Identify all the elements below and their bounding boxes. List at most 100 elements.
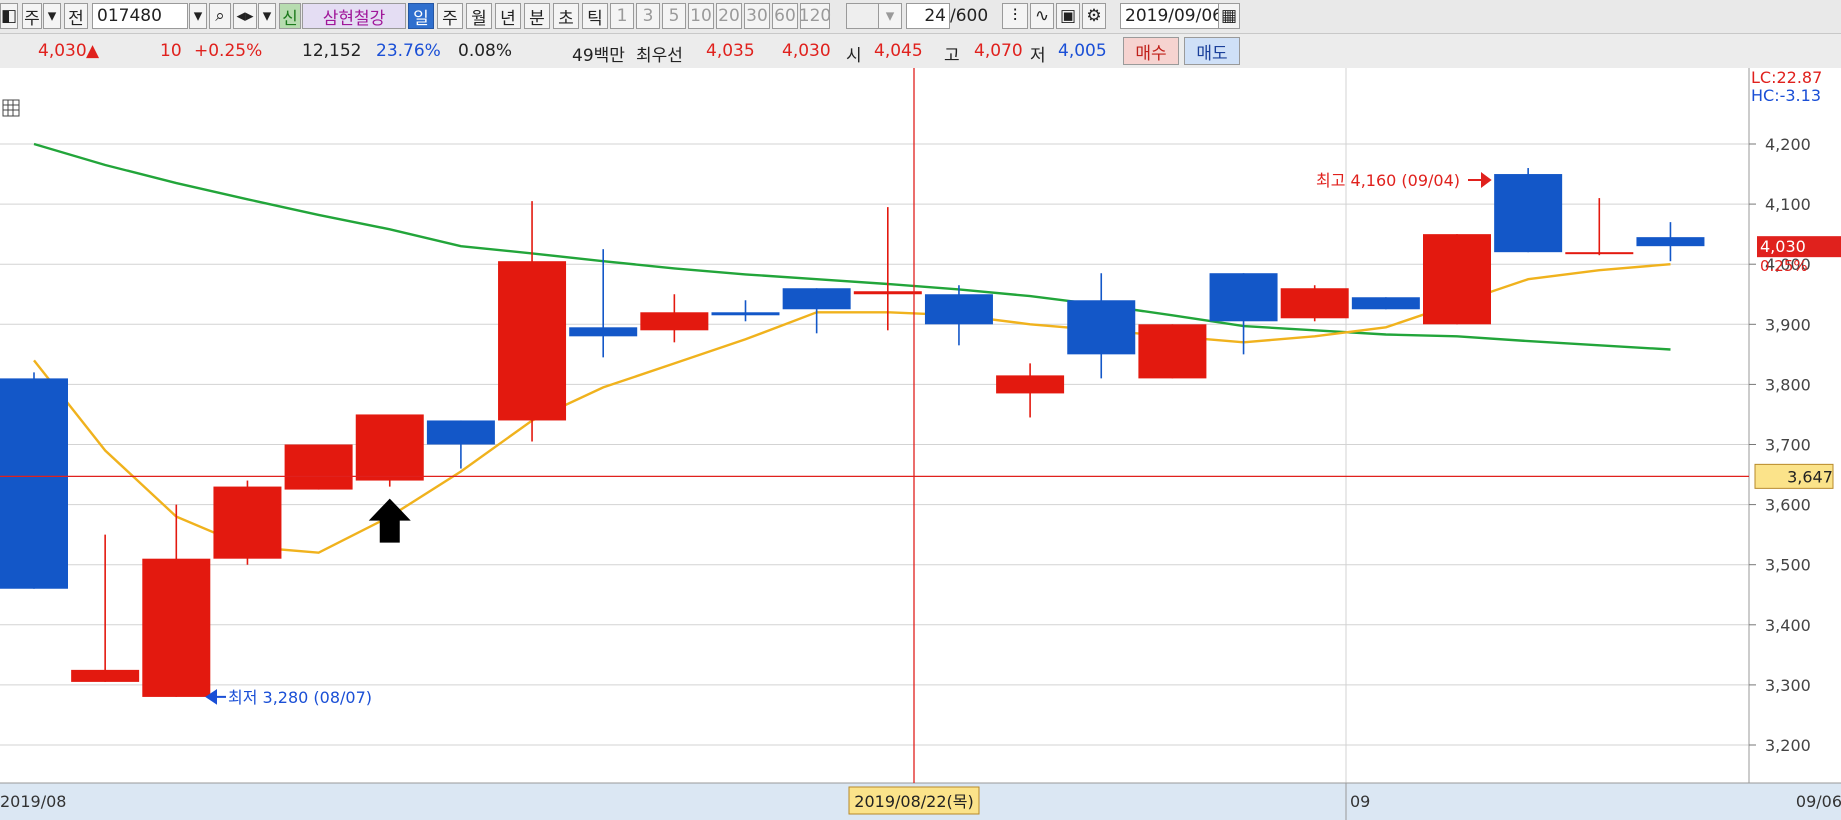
period-tab[interactable]: 초	[553, 3, 579, 29]
best-label: 최우선	[636, 46, 683, 66]
candle-body	[498, 261, 567, 421]
candle-body	[996, 375, 1065, 394]
candle-body	[569, 327, 638, 337]
crosshair-price: 3,647	[1787, 467, 1833, 486]
candle-body	[853, 291, 922, 295]
candle-body	[1494, 174, 1563, 253]
type-dropdown-icon[interactable]: ▾	[43, 3, 61, 29]
buy-label: 매수	[1135, 43, 1167, 64]
volume-value: 12,152	[302, 41, 362, 61]
candle-body	[0, 378, 68, 589]
date-input[interactable]: 2019/09/06	[1120, 3, 1223, 29]
minute-option[interactable]: 30	[744, 3, 770, 29]
turnover-value: 0.08%	[458, 41, 513, 61]
x-tick-label: 09/06	[1796, 792, 1841, 811]
type-label: 주	[24, 8, 40, 29]
amount-value: 49백만	[572, 46, 625, 66]
minute-option[interactable]: 60	[772, 3, 798, 29]
count-total-label: /600	[950, 6, 989, 26]
x-tick-label: 09	[1350, 792, 1370, 811]
candle-body	[640, 312, 709, 331]
y-tick-label: 3,500	[1765, 556, 1811, 575]
change-value: 10	[160, 41, 182, 61]
open-value: 4,045	[874, 41, 923, 61]
search-icon[interactable]: ⌕	[209, 3, 231, 29]
candle-body	[1067, 300, 1136, 355]
market-select[interactable]: 전	[64, 3, 88, 29]
save-icon[interactable]: ▣	[1056, 3, 1080, 29]
type-select[interactable]: 주	[22, 3, 42, 29]
toolbar: ◧ 주 ▾ 전 017480 ▾ ⌕ ◂▸ ▾ 신 삼현철강 일주월년분초틱 1…	[0, 0, 1841, 34]
period-tab[interactable]: 분	[524, 3, 550, 29]
direction-arrow-icon: ▲	[86, 41, 100, 61]
minute-option[interactable]: 10	[688, 3, 714, 29]
credit-badge: 신	[279, 3, 301, 29]
sell-label: 매도	[1196, 43, 1228, 64]
code-dropdown-icon[interactable]: ▾	[189, 3, 207, 29]
x-tick-label: 2019/08	[0, 792, 66, 811]
price-value: 4,030	[38, 41, 87, 61]
candle-settings-icon[interactable]: ⫶	[1002, 3, 1028, 29]
minute-dropdown-icon[interactable]: ▾	[878, 3, 902, 29]
prev-item-icon[interactable]: ◂▸	[233, 3, 257, 29]
candle-body	[1209, 273, 1278, 322]
gear-icon[interactable]: ⚙	[1082, 3, 1106, 29]
y-tick-label: 4,100	[1765, 195, 1811, 214]
candle-body	[1138, 324, 1207, 379]
candle-body	[1636, 237, 1705, 247]
minute-option[interactable]: 1	[610, 3, 634, 29]
change-pct: +0.25%	[194, 41, 263, 61]
candle-body	[1280, 288, 1349, 319]
period-tab[interactable]: 틱	[582, 3, 608, 29]
candle-body	[213, 486, 282, 559]
candle-body	[1351, 297, 1420, 310]
y-tick-label: 3,800	[1765, 375, 1811, 394]
period-tab[interactable]: 주	[437, 3, 463, 29]
min-annotation: 최저 3,280 (08/07)	[228, 688, 372, 707]
count-input[interactable]: 24	[906, 3, 950, 29]
candle-body	[1565, 252, 1634, 255]
minute-option[interactable]: 120	[799, 3, 831, 29]
minute-option[interactable]: 20	[716, 3, 742, 29]
prev-dropdown-icon[interactable]: ▾	[258, 3, 276, 29]
max-annotation: 최고 4,160 (09/04)	[1316, 171, 1460, 190]
y-tick-label: 3,900	[1765, 315, 1811, 334]
code-input[interactable]: 017480	[92, 3, 188, 29]
high-value: 4,070	[974, 41, 1023, 61]
sell-button[interactable]: 매도	[1184, 37, 1240, 65]
period-tab[interactable]: 일	[408, 3, 434, 29]
high-label: 고	[944, 46, 960, 66]
candlestick-chart[interactable]: 4,2004,1004,0003,9003,8003,7003,6003,500…	[0, 68, 1841, 820]
candle-body	[142, 558, 211, 697]
candle-body	[782, 288, 851, 310]
open-label: 시	[846, 46, 862, 66]
best-bid-value: 4,030	[782, 41, 831, 61]
buy-button[interactable]: 매수	[1123, 37, 1179, 65]
low-value: 4,005	[1058, 41, 1107, 61]
credit-badge-label: 신	[282, 8, 298, 29]
code-value: 017480	[97, 6, 162, 26]
candle-body	[355, 414, 424, 481]
candle-body	[71, 669, 140, 682]
y-tick-label: 3,200	[1765, 736, 1811, 755]
date-value: 2019/09/06	[1125, 6, 1223, 26]
y-tick-label: 3,400	[1765, 616, 1811, 635]
period-tab[interactable]: 월	[466, 3, 492, 29]
best-ask-value: 4,035	[706, 41, 755, 61]
calendar-icon[interactable]: ▦	[1218, 3, 1240, 29]
candle-body	[1423, 234, 1491, 325]
hc-label: HC:-3.13	[1751, 86, 1821, 105]
stock-name-label: 삼현철강	[322, 8, 386, 29]
candle-body	[284, 444, 353, 490]
indicator-icon[interactable]: ∿	[1030, 3, 1054, 29]
minute-option[interactable]: 5	[662, 3, 686, 29]
candle-body	[711, 312, 780, 316]
lc-label: LC:22.87	[1751, 68, 1822, 87]
y-tick-label: 3,300	[1765, 676, 1811, 695]
period-tab[interactable]: 년	[495, 3, 521, 29]
crosshair-date: 2019/08/22(목)	[854, 792, 973, 811]
volume-ratio: 23.76%	[376, 41, 441, 61]
window-menu-icon[interactable]: ◧	[0, 3, 18, 29]
stock-name[interactable]: 삼현철강	[302, 3, 406, 29]
minute-option[interactable]: 3	[636, 3, 660, 29]
